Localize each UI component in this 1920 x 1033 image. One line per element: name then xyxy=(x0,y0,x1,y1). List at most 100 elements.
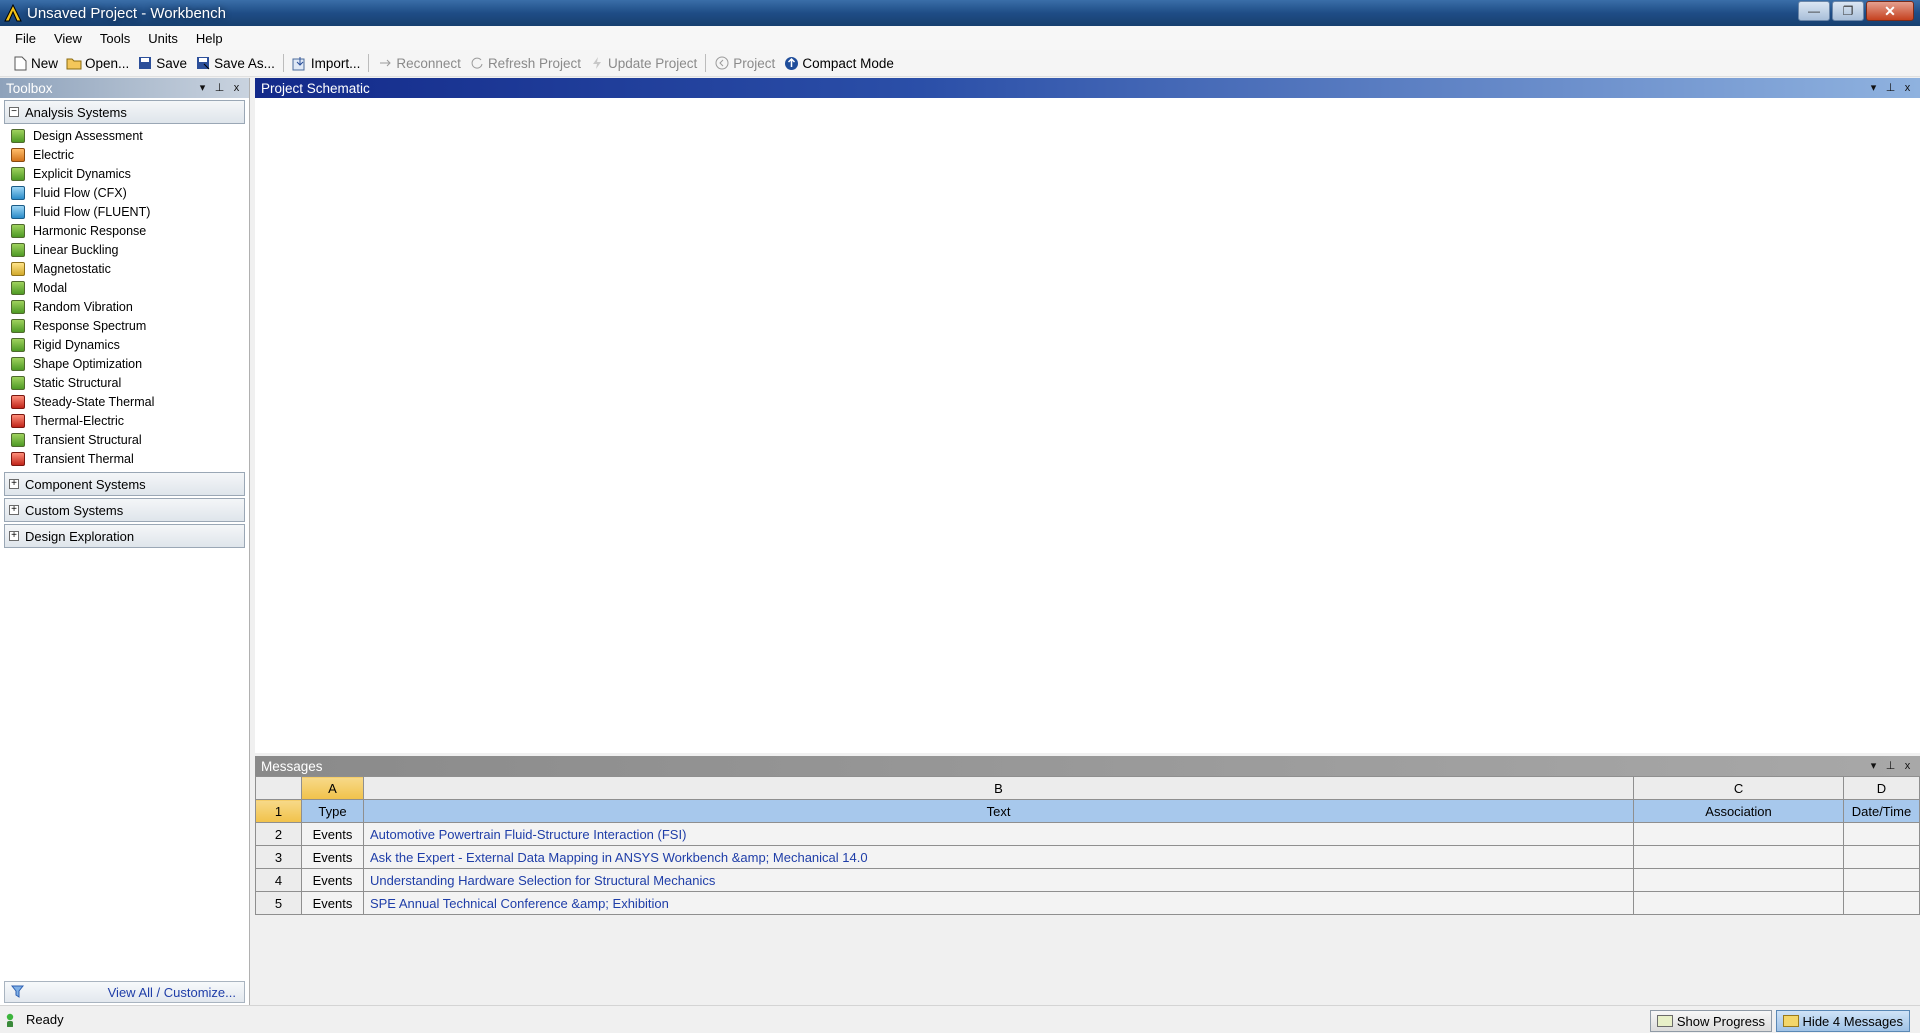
message-type-cell[interactable]: Events xyxy=(300,845,364,869)
message-association-cell[interactable] xyxy=(1633,891,1844,915)
update-project-button[interactable]: Update Project xyxy=(585,52,701,74)
analysis-system-item[interactable]: Transient Thermal xyxy=(0,449,249,468)
analysis-system-item[interactable]: Steady-State Thermal xyxy=(0,392,249,411)
message-text-cell[interactable]: SPE Annual Technical Conference &amp; Ex… xyxy=(362,891,1635,915)
pin-icon[interactable]: ⊥ xyxy=(211,80,228,95)
row-header[interactable]: 1 xyxy=(255,799,302,823)
analysis-system-item[interactable]: Transient Structural xyxy=(0,430,249,449)
filter-icon[interactable] xyxy=(10,985,25,999)
message-datetime-cell[interactable] xyxy=(1842,845,1920,869)
message-text-cell[interactable]: Understanding Hardware Selection for Str… xyxy=(362,868,1635,892)
message-association-cell[interactable] xyxy=(1633,868,1844,892)
open-button[interactable]: Open... xyxy=(62,52,133,74)
new-button[interactable]: New xyxy=(8,52,62,74)
hide-messages-button[interactable]: Hide 4 Messages xyxy=(1775,1010,1910,1032)
pin-icon[interactable]: ⊥ xyxy=(1882,758,1899,773)
message-datetime-cell[interactable] xyxy=(1842,822,1920,846)
analysis-system-item[interactable]: Linear Buckling xyxy=(0,240,249,259)
menu-file[interactable]: File xyxy=(6,31,45,46)
column-header-c[interactable]: C xyxy=(1633,776,1844,800)
expand-icon[interactable]: + xyxy=(9,505,19,515)
collapse-icon[interactable]: − xyxy=(9,107,19,117)
analysis-system-item[interactable]: Response Spectrum xyxy=(0,316,249,335)
refresh-project-button[interactable]: Refresh Project xyxy=(465,52,585,74)
schematic-canvas[interactable] xyxy=(255,98,1920,753)
menu-units[interactable]: Units xyxy=(139,31,187,46)
message-row[interactable]: 5 Events SPE Annual Technical Conference &… xyxy=(255,891,1920,915)
column-header-b[interactable]: B xyxy=(362,776,1635,800)
menu-tools[interactable]: Tools xyxy=(91,31,139,46)
row-header[interactable]: 2 xyxy=(255,822,302,846)
menu-view[interactable]: View xyxy=(45,31,91,46)
analysis-system-item[interactable]: Harmonic Response xyxy=(0,221,249,240)
column-header-a[interactable]: A xyxy=(300,776,364,800)
header-association-cell[interactable]: Association xyxy=(1633,799,1844,823)
category-design-exploration[interactable]: + Design Exploration xyxy=(4,524,245,548)
maximize-button[interactable]: ❐ xyxy=(1832,1,1864,21)
toolbox-header: Toolbox ▾ ⊥ x xyxy=(0,78,249,98)
message-link[interactable]: Ask the Expert - External Data Mapping i… xyxy=(370,850,868,865)
message-type-cell[interactable]: Events xyxy=(300,868,364,892)
dropdown-icon[interactable]: ▾ xyxy=(1865,80,1882,95)
analysis-system-item[interactable]: Magnetostatic xyxy=(0,259,249,278)
view-all-customize-link[interactable]: View All / Customize... xyxy=(108,985,236,1000)
message-link[interactable]: Automotive Powertrain Fluid-Structure In… xyxy=(370,827,686,842)
minimize-button[interactable]: — xyxy=(1798,1,1830,21)
message-row[interactable]: 3 Events Ask the Expert - External Data Ma… xyxy=(255,845,1920,869)
message-link[interactable]: Understanding Hardware Selection for Str… xyxy=(370,873,715,888)
save-as-button[interactable]: Save As... xyxy=(191,52,279,74)
message-link[interactable]: SPE Annual Technical Conference &amp; Ex… xyxy=(370,896,669,911)
new-file-icon xyxy=(12,55,28,71)
analysis-system-item[interactable]: Rigid Dynamics xyxy=(0,335,249,354)
schematic-title: Project Schematic xyxy=(261,80,370,96)
message-row[interactable]: 4 Events Understanding Hardware Selection … xyxy=(255,868,1920,892)
header-datetime-cell[interactable]: Date/Time xyxy=(1842,799,1920,823)
analysis-system-item[interactable]: Modal xyxy=(0,278,249,297)
expand-icon[interactable]: + xyxy=(9,531,19,541)
close-window-button[interactable]: ✕ xyxy=(1866,1,1914,21)
row-header[interactable]: 3 xyxy=(255,845,302,869)
project-button[interactable]: Project xyxy=(710,52,779,74)
analysis-system-item[interactable]: Fluid Flow (FLUENT) xyxy=(0,202,249,221)
message-association-cell[interactable] xyxy=(1633,822,1844,846)
category-analysis-systems[interactable]: − Analysis Systems xyxy=(4,100,245,124)
import-button[interactable]: Import... xyxy=(288,52,365,74)
category-custom-systems[interactable]: + Custom Systems xyxy=(4,498,245,522)
analysis-system-item[interactable]: Thermal-Electric xyxy=(0,411,249,430)
messages-title: Messages xyxy=(261,758,323,774)
show-progress-button[interactable]: Show Progress xyxy=(1649,1010,1772,1032)
dropdown-icon[interactable]: ▾ xyxy=(194,80,211,95)
message-datetime-cell[interactable] xyxy=(1842,868,1920,892)
row-header[interactable]: 4 xyxy=(255,868,302,892)
analysis-system-item[interactable]: Electric xyxy=(0,145,249,164)
message-text-cell[interactable]: Ask the Expert - External Data Mapping i… xyxy=(362,845,1635,869)
analysis-system-item[interactable]: Explicit Dynamics xyxy=(0,164,249,183)
close-icon[interactable]: x xyxy=(1899,758,1916,773)
menu-help[interactable]: Help xyxy=(187,31,232,46)
category-component-systems[interactable]: + Component Systems xyxy=(4,472,245,496)
pin-icon[interactable]: ⊥ xyxy=(1882,80,1899,95)
message-text-cell[interactable]: Automotive Powertrain Fluid-Structure In… xyxy=(362,822,1635,846)
column-header-d[interactable]: D xyxy=(1842,776,1920,800)
message-datetime-cell[interactable] xyxy=(1842,891,1920,915)
shape-optimization-icon xyxy=(11,356,25,371)
message-row[interactable]: 2 Events Automotive Powertrain Fluid-Struc… xyxy=(255,822,1920,846)
message-type-cell[interactable]: Events xyxy=(300,822,364,846)
close-icon[interactable]: x xyxy=(228,80,245,95)
message-type-cell[interactable]: Events xyxy=(300,891,364,915)
message-association-cell[interactable] xyxy=(1633,845,1844,869)
analysis-system-item[interactable]: Shape Optimization xyxy=(0,354,249,373)
compact-mode-button[interactable]: Compact Mode xyxy=(779,52,898,74)
reconnect-button[interactable]: Reconnect xyxy=(373,52,465,74)
expand-icon[interactable]: + xyxy=(9,479,19,489)
analysis-system-item[interactable]: Random Vibration xyxy=(0,297,249,316)
dropdown-icon[interactable]: ▾ xyxy=(1865,758,1882,773)
close-icon[interactable]: x xyxy=(1899,80,1916,95)
analysis-system-item[interactable]: Design Assessment xyxy=(0,126,249,145)
row-header[interactable]: 5 xyxy=(255,891,302,915)
header-type-cell[interactable]: Type xyxy=(300,799,364,823)
header-text-cell[interactable]: Text xyxy=(362,799,1635,823)
analysis-system-item[interactable]: Static Structural xyxy=(0,373,249,392)
analysis-system-item[interactable]: Fluid Flow (CFX) xyxy=(0,183,249,202)
save-button[interactable]: Save xyxy=(133,52,191,74)
